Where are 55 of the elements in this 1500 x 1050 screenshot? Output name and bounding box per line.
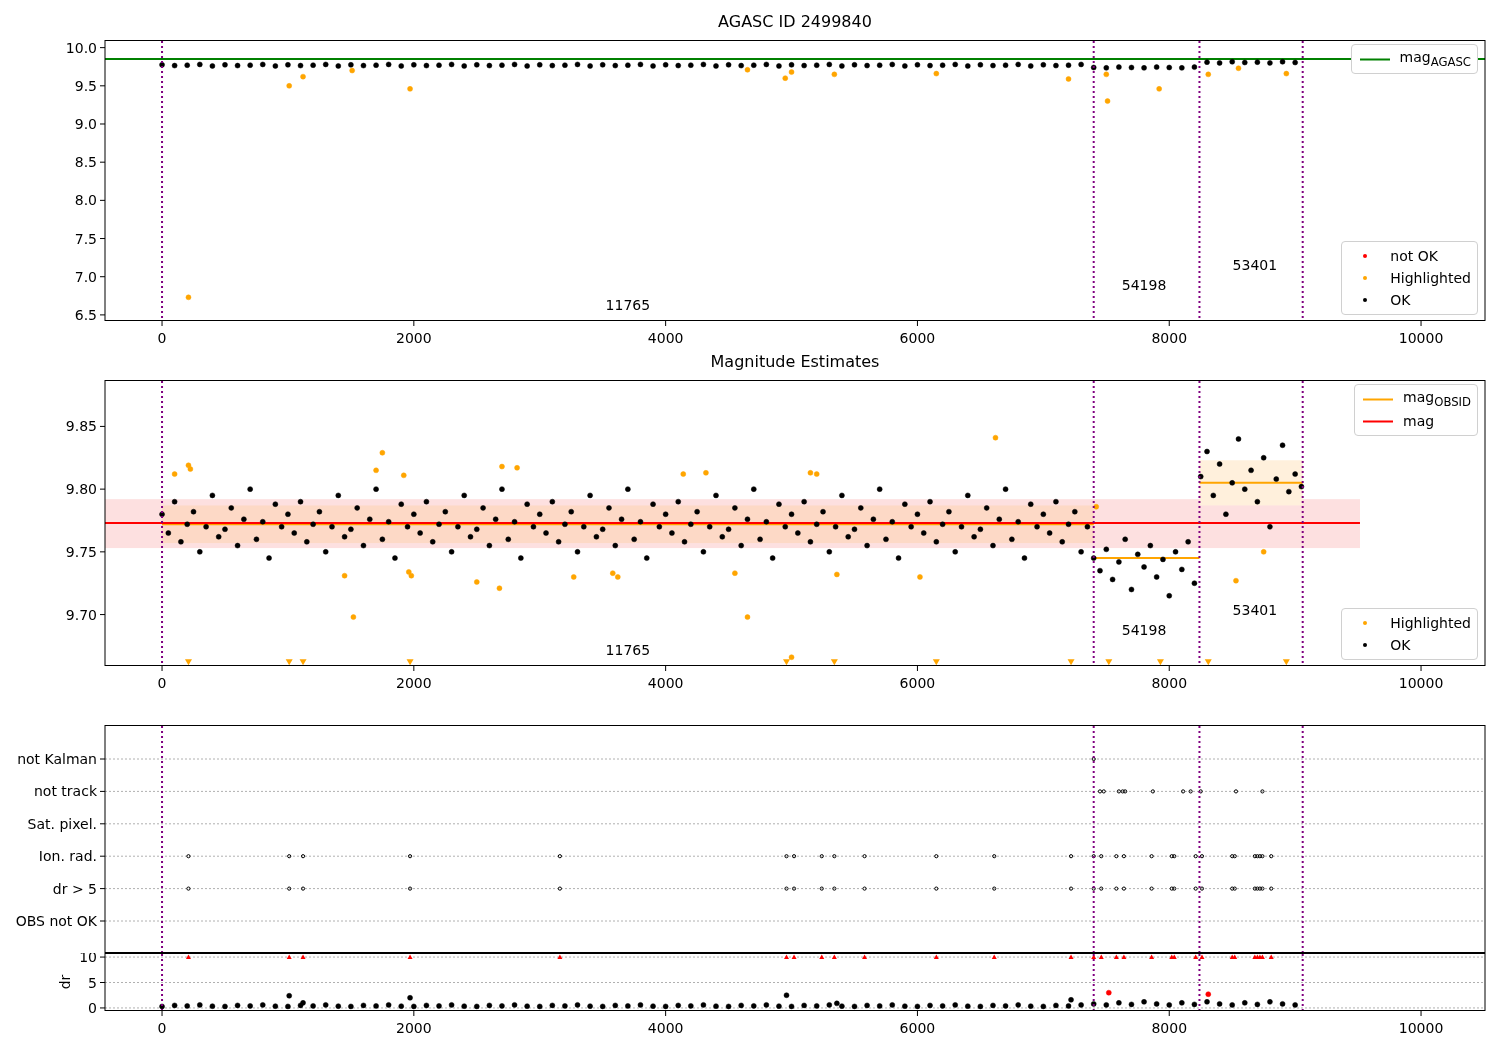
y-tick-label: 9.80 bbox=[65, 481, 97, 498]
x-tick-label: 10000 bbox=[1398, 330, 1444, 346]
obsid-label: 11765 bbox=[605, 641, 651, 658]
y-tick-label: 5 bbox=[88, 974, 97, 991]
x-tick-label: 6000 bbox=[899, 675, 936, 691]
y-tick-label: 7.5 bbox=[74, 230, 97, 247]
y-tick-label: 9.0 bbox=[74, 116, 97, 132]
legend-label: mag$_{OBSID}$ bbox=[1403, 389, 1471, 409]
x-tick-label: 6000 bbox=[899, 1020, 936, 1036]
y-tick-label: 9.85 bbox=[65, 418, 97, 435]
x-tick-label: 2000 bbox=[396, 330, 432, 346]
y-tick-label: 0 bbox=[88, 999, 97, 1016]
x-tick-label: 10000 bbox=[1398, 1020, 1444, 1036]
y-tick-label: Sat. pixel. bbox=[27, 815, 97, 832]
y-tick-label: 7.0 bbox=[74, 268, 97, 285]
y-tick-label: 9.5 bbox=[74, 77, 97, 94]
axis-label: dr bbox=[57, 974, 73, 990]
legend-label: mag bbox=[1403, 413, 1435, 429]
y-tick-label: 9.75 bbox=[65, 543, 97, 560]
chart-title: AGASC ID 2499840 bbox=[718, 12, 872, 31]
y-tick-label: not track bbox=[34, 783, 97, 800]
obsid-label: 53401 bbox=[1232, 256, 1278, 273]
y-tick-label: Ion. rad. bbox=[38, 848, 97, 865]
legend-label: OK bbox=[1390, 637, 1411, 653]
legend-label: not OK bbox=[1390, 248, 1438, 264]
legend-label: mag$_{AGASC}$ bbox=[1399, 49, 1471, 69]
y-tick-label: 6.5 bbox=[74, 306, 97, 323]
obsid-label: 53401 bbox=[1232, 601, 1278, 618]
x-tick-label: 8000 bbox=[1151, 330, 1188, 346]
x-tick-label: 2000 bbox=[396, 675, 432, 691]
y-tick-label: 8.5 bbox=[74, 154, 97, 171]
legend-label: OK bbox=[1390, 292, 1411, 308]
x-tick-label: 0 bbox=[157, 330, 167, 346]
obsid-label: 11765 bbox=[605, 297, 651, 314]
obsid-label: 54198 bbox=[1121, 621, 1167, 638]
x-tick-label: 4000 bbox=[647, 330, 684, 346]
x-tick-label: 10000 bbox=[1398, 675, 1444, 691]
x-tick-label: 8000 bbox=[1151, 1020, 1188, 1036]
y-tick-label: dr > 5 bbox=[52, 880, 97, 897]
x-tick-label: 0 bbox=[157, 1020, 167, 1036]
legend-label: Highlighted bbox=[1390, 615, 1471, 631]
y-tick-label: OBS not OK bbox=[15, 913, 97, 929]
legend-label: Highlighted bbox=[1390, 270, 1471, 286]
y-tick-label: 10.0 bbox=[65, 39, 97, 56]
x-tick-label: 2000 bbox=[396, 1020, 432, 1036]
y-tick-label: not Kalman bbox=[17, 751, 97, 767]
x-tick-label: 6000 bbox=[899, 330, 936, 346]
y-tick-label: 8.0 bbox=[74, 192, 97, 209]
x-tick-label: 8000 bbox=[1151, 675, 1188, 691]
x-tick-label: 4000 bbox=[647, 1020, 684, 1036]
y-tick-label: 9.70 bbox=[65, 606, 97, 623]
x-tick-label: 4000 bbox=[647, 675, 684, 691]
obsid-label: 54198 bbox=[1121, 277, 1167, 294]
chart-title: Magnitude Estimates bbox=[710, 352, 880, 371]
x-tick-label: 0 bbox=[157, 675, 167, 691]
